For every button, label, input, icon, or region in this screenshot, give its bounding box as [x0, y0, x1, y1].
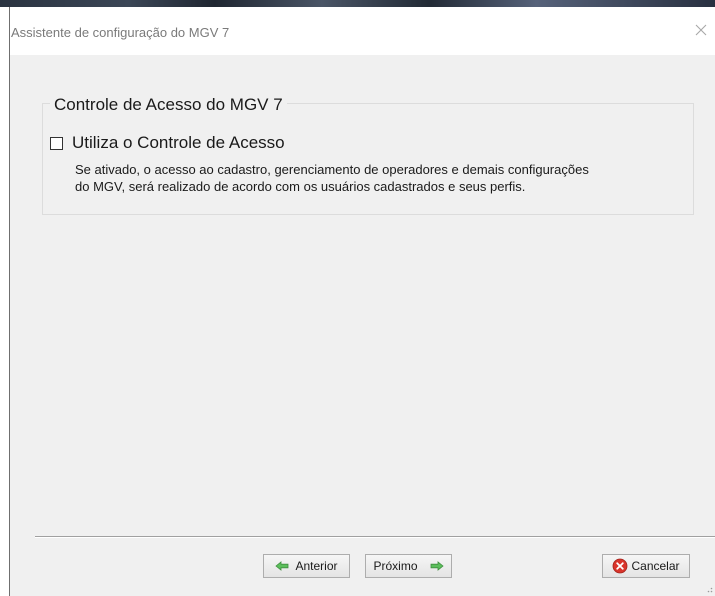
arrow-left-icon [275, 561, 289, 571]
access-control-description: Se ativado, o acesso ao cadastro, gerenc… [75, 161, 690, 195]
close-icon [695, 24, 707, 36]
group-title: Controle de Acesso do MGV 7 [50, 95, 287, 115]
checkbox-label[interactable]: Utiliza o Controle de Acesso [72, 133, 285, 153]
access-control-checkbox[interactable]: Utiliza o Controle de Acesso [50, 133, 285, 153]
next-button[interactable]: Próximo [365, 554, 452, 578]
cancel-button[interactable]: Cancelar [602, 554, 690, 578]
window-title: Assistente de configuração do MGV 7 [11, 25, 230, 40]
next-button-label: Próximo [373, 559, 418, 573]
back-button[interactable]: Anterior [263, 554, 350, 578]
cancel-button-label: Cancelar [631, 559, 680, 573]
footer-separator [35, 536, 715, 538]
checkbox-box[interactable] [50, 136, 63, 150]
back-button-label: Anterior [295, 559, 338, 573]
access-control-groupbox [42, 103, 694, 215]
title-bar: Assistente de configuração do MGV 7 [10, 7, 715, 55]
cancel-x-icon [612, 558, 628, 574]
arrow-right-icon [430, 561, 444, 571]
setup-wizard-dialog: Assistente de configuração do MGV 7 Cont… [9, 7, 715, 596]
close-button[interactable] [686, 15, 715, 45]
background-desktop-strip [0, 0, 715, 7]
description-line-1: Se ativado, o acesso ao cadastro, gerenc… [75, 162, 589, 177]
description-line-2: do MGV, será realizado de acordo com os … [75, 179, 526, 194]
resize-grip-icon[interactable] [705, 585, 713, 593]
